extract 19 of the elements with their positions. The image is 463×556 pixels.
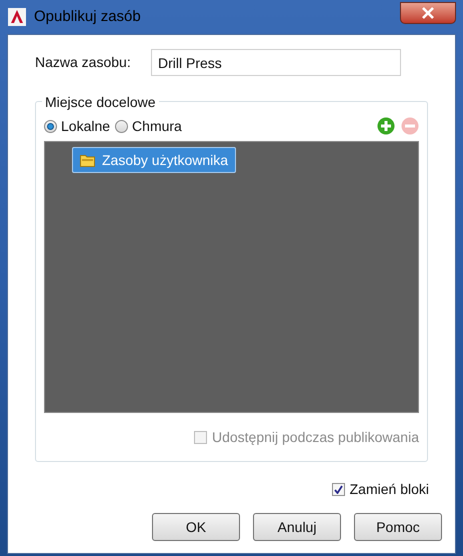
- checkbox-label: Udostępnij podczas publikowania: [212, 428, 419, 447]
- radio-button[interactable]: [115, 120, 128, 132]
- field-label: Nazwa zasobu:: [35, 53, 132, 72]
- checkbox[interactable]: [332, 483, 345, 496]
- app-logo-icon: [8, 8, 26, 26]
- name-input[interactable]: Drill Press: [151, 49, 401, 76]
- folder-icon: [80, 154, 95, 166]
- add-icon[interactable]: [377, 117, 395, 135]
- radio-button[interactable]: [44, 120, 57, 132]
- dialog-button[interactable]: OK: [152, 513, 240, 541]
- close-button[interactable]: [400, 2, 456, 24]
- dialog-button[interactable]: Anuluj: [253, 513, 341, 541]
- radio-label: Chmura: [132, 116, 182, 136]
- window-title: Opublikuj zasób: [34, 6, 141, 27]
- dialog-button[interactable]: Pomoc: [354, 513, 442, 541]
- close-icon: [421, 7, 435, 19]
- checkbox-label: Zamień bloki: [350, 480, 429, 499]
- tree-item[interactable]: Zasoby użytkownika: [72, 147, 236, 173]
- radio-label: Lokalne: [61, 116, 110, 136]
